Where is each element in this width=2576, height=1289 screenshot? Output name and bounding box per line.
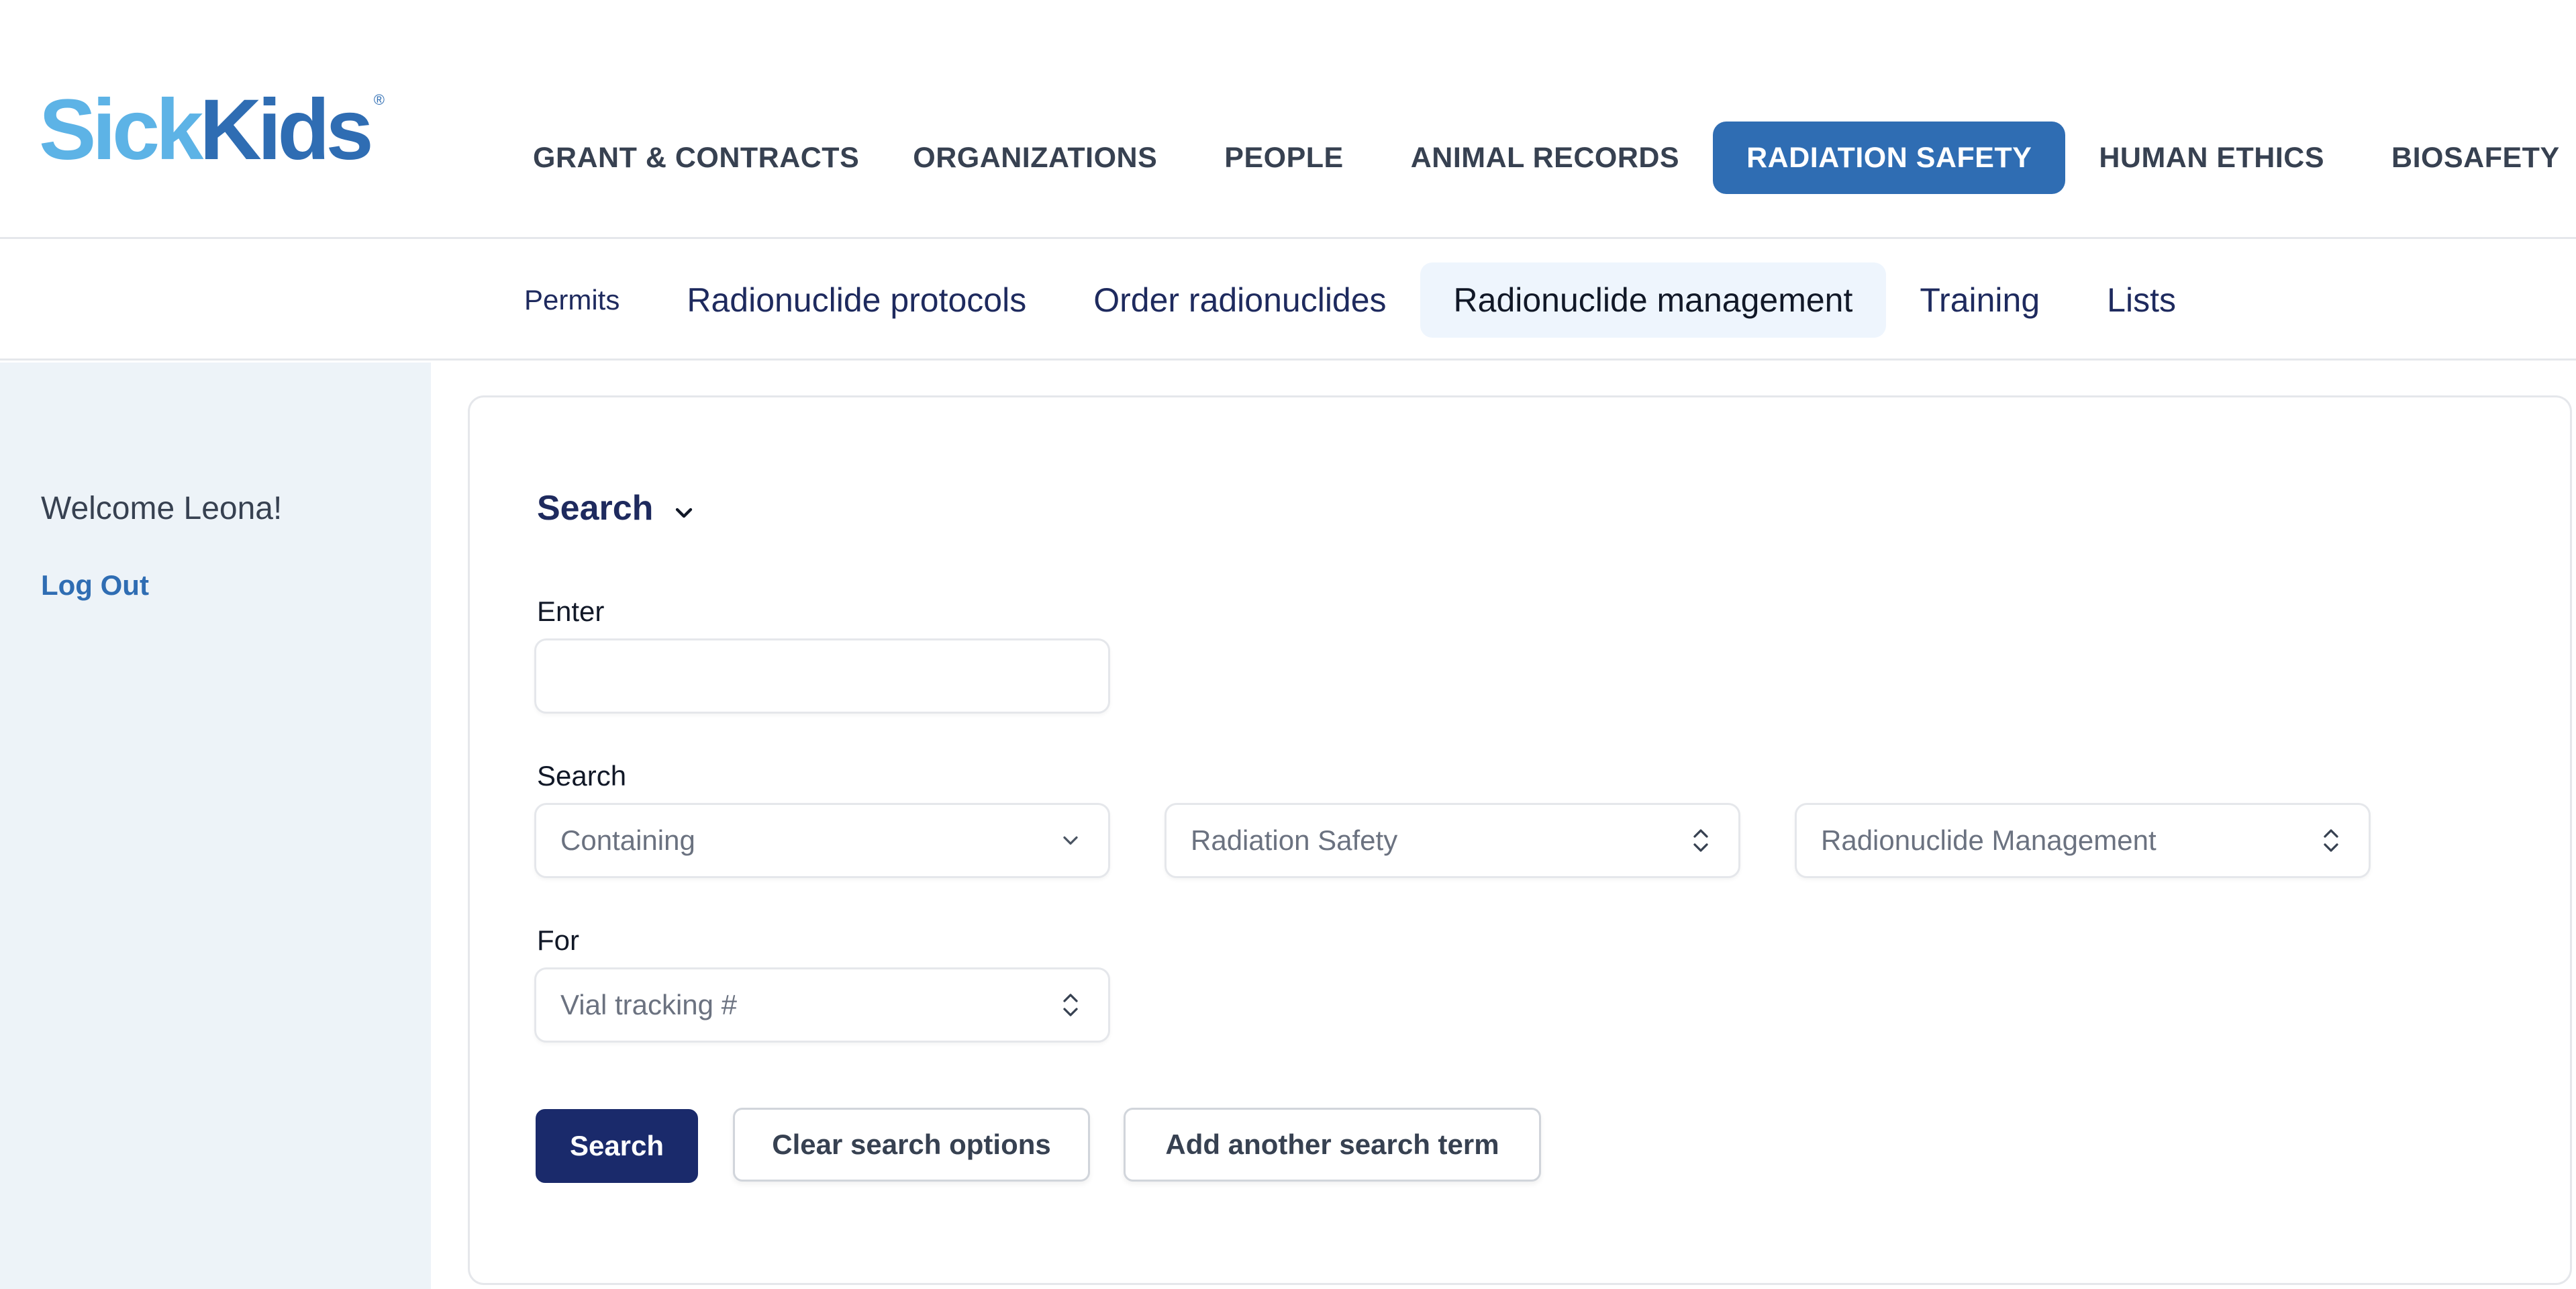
module-value: Radiation Safety xyxy=(1191,824,1398,856)
registered-mark: ® xyxy=(373,91,385,108)
for-select[interactable]: Vial tracking # xyxy=(534,967,1110,1043)
logout-link[interactable]: Log Out xyxy=(41,569,149,602)
for-value: Vial tracking # xyxy=(560,989,738,1020)
subnav-permits[interactable]: Permits xyxy=(508,262,653,338)
nav-grant-contracts[interactable]: GRANT & CONTRACTS xyxy=(517,122,879,194)
nav-people[interactable]: PEOPLE xyxy=(1191,122,1377,194)
subnav-lists[interactable]: Lists xyxy=(2073,262,2210,338)
sickkids-logo[interactable]: Sick Kids ® xyxy=(39,87,385,175)
search-panel: Search Enter Search Containing Radiation… xyxy=(468,395,2572,1285)
match-type-value: Containing xyxy=(560,824,695,856)
sub-nav: Permits Radionuclide protocols Order rad… xyxy=(0,241,2576,361)
module-select[interactable]: Radiation Safety xyxy=(1165,803,1740,878)
enter-input[interactable] xyxy=(534,638,1110,714)
chevron-up-down-icon xyxy=(2318,824,2344,857)
main-nav: GRANT & CONTRACTS ORGANIZATIONS PEOPLE A… xyxy=(517,121,2576,195)
logo-text-sick: Sick xyxy=(39,82,203,178)
chevron-up-down-icon xyxy=(1057,988,1084,1022)
clear-search-options-button[interactable]: Clear search options xyxy=(733,1108,1090,1182)
search-section-toggle[interactable]: Search xyxy=(537,488,697,528)
add-search-term-button[interactable]: Add another search term xyxy=(1124,1108,1541,1182)
subnav-radionuclide-management[interactable]: Radionuclide management xyxy=(1420,262,1887,338)
search-button[interactable]: Search xyxy=(536,1109,698,1183)
logo-text-kids: Kids xyxy=(199,82,373,178)
section-value: Radionuclide Management xyxy=(1821,824,2157,856)
welcome-message: Welcome Leona! xyxy=(41,491,283,526)
nav-animal-records[interactable]: ANIMAL RECORDS xyxy=(1377,122,1713,194)
nav-biosafety[interactable]: BIOSAFETY xyxy=(2358,122,2576,194)
chevron-up-down-icon xyxy=(1687,824,1714,857)
subnav-radionuclide-protocols[interactable]: Radionuclide protocols xyxy=(653,262,1060,338)
search-label: Search xyxy=(537,760,627,792)
subnav-training[interactable]: Training xyxy=(1886,262,2073,338)
chevron-down-icon xyxy=(1057,824,1084,857)
search-section-title: Search xyxy=(537,489,654,528)
enter-label: Enter xyxy=(537,595,605,627)
nav-human-ethics[interactable]: HUMAN ETHICS xyxy=(2065,122,2358,194)
nav-organizations[interactable]: ORGANIZATIONS xyxy=(879,122,1191,194)
subnav-order-radionuclides[interactable]: Order radionuclides xyxy=(1060,262,1420,338)
site-header: Sick Kids ® GRANT & CONTRACTS ORGANIZATI… xyxy=(0,0,2576,239)
sidebar: Welcome Leona! Log Out xyxy=(0,363,431,1289)
match-type-select[interactable]: Containing xyxy=(534,803,1110,878)
section-select[interactable]: Radionuclide Management xyxy=(1795,803,2371,878)
for-label: For xyxy=(537,924,579,956)
chevron-down-icon xyxy=(671,495,697,522)
nav-radiation-safety[interactable]: RADIATION SAFETY xyxy=(1713,122,2066,194)
